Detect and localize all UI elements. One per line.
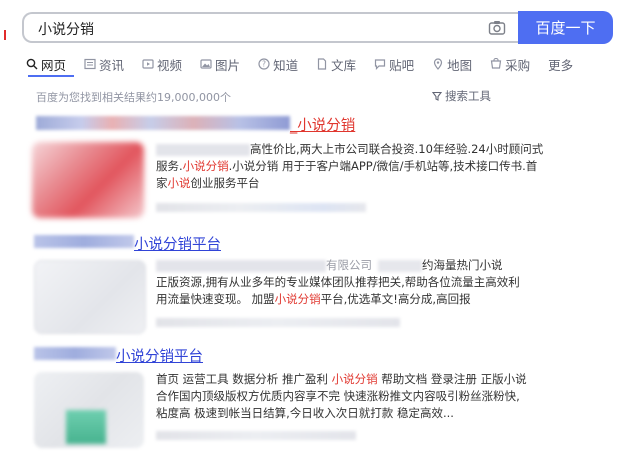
search-box[interactable] — [22, 12, 520, 43]
result-count: 百度为您找到相关结果约19,000,000个 — [36, 91, 231, 104]
snippet-line: 用流量快速变现。 加盟小说分销平台,优选革文!高分成,高回报 — [156, 292, 471, 306]
tab-label: 网页 — [41, 57, 67, 73]
snippet-line: 首页 运营工具 数据分析 推广盈利 小说分销 帮助文档 登录注册 正版小说 — [156, 372, 527, 386]
tieba-icon — [374, 59, 386, 70]
left-edge-marker — [4, 30, 6, 40]
tab-tieba[interactable]: 贴吧 — [374, 54, 414, 74]
search-icon — [26, 58, 38, 70]
svg-text:?: ? — [262, 60, 266, 69]
tab-image[interactable]: 图片 — [200, 54, 240, 74]
search-input[interactable] — [38, 19, 458, 39]
snippet-line: 约海量热门小说 — [422, 258, 503, 272]
tab-label: 贴吧 — [389, 57, 415, 73]
camera-icon[interactable] — [488, 19, 506, 37]
tab-wenku[interactable]: 文库 — [316, 54, 356, 74]
title-highlight: 小说分销 — [116, 349, 174, 365]
filter-icon — [432, 91, 442, 101]
result-2-title[interactable]: 小说分销平台 — [134, 233, 221, 254]
redacted-url — [156, 203, 366, 212]
news-icon — [84, 58, 96, 70]
snippet-line: 家小说创业服务平台 — [156, 176, 260, 190]
result-1-thumbnail[interactable] — [32, 142, 144, 218]
tab-label: 采购 — [505, 57, 531, 73]
document-icon — [317, 58, 327, 70]
tab-label: 视频 — [157, 57, 183, 73]
snippet-line: 有限公司 — [326, 258, 372, 272]
question-icon: ? — [258, 58, 270, 70]
redacted-title-block — [36, 116, 290, 130]
snippet-line: 正版资源,拥有从业多年的专业媒体团队推荐把关,帮助各位流量主高效利 — [156, 275, 520, 289]
tab-news[interactable]: 资讯 — [84, 54, 124, 74]
result-3-title[interactable]: 小说分销平台 — [116, 345, 203, 366]
tab-map[interactable]: 地图 — [432, 54, 472, 74]
tab-purchase[interactable]: 采购 — [490, 54, 530, 74]
title-highlight: _小说分销 — [290, 118, 356, 134]
search-button[interactable]: 百度一下 — [518, 11, 613, 44]
result-2-thumbnail[interactable] — [34, 260, 146, 334]
tab-web[interactable]: 网页 — [26, 54, 66, 74]
snippet-line: 高性价比,两大上市公司联合投资.10年经验.24小时顾问式 — [250, 142, 544, 156]
title-highlight: 小说分销 — [134, 237, 192, 253]
search-tools-button[interactable]: 搜索工具 — [432, 88, 491, 104]
snippet-line: 合作国内顶级版权方优质内容享不完 快速涨粉推文内容吸引粉丝涨粉快, — [156, 389, 520, 403]
tab-label: 图片 — [215, 57, 241, 73]
video-icon — [142, 59, 154, 69]
tab-more[interactable]: 更多 — [548, 54, 573, 74]
tab-label: 更多 — [548, 57, 574, 73]
redacted-title-block — [34, 347, 116, 360]
redacted-text — [156, 144, 250, 156]
redacted-text — [378, 260, 422, 272]
search-tools-label: 搜索工具 — [445, 89, 491, 103]
snippet-line: 粘度高 极速到帐当日结算,今日收入次日就打款 稳定高效... — [156, 406, 454, 420]
result-1-title[interactable]: _小说分销 — [290, 114, 355, 135]
active-tab-underline — [28, 75, 74, 77]
redacted-text — [156, 260, 326, 272]
tab-label: 地图 — [447, 57, 473, 73]
map-icon — [434, 58, 443, 70]
tab-label: 知道 — [273, 57, 299, 73]
result-3-thumbnail-accent — [66, 410, 106, 444]
tab-video[interactable]: 视频 — [142, 54, 182, 74]
search-tabs: 网页 资讯 视频 图片 ? 知道 文库 贴吧 地图 采购 更多 — [26, 54, 591, 74]
tab-zhidao[interactable]: ? 知道 — [258, 54, 298, 74]
tab-label: 文库 — [331, 57, 357, 73]
redacted-url — [156, 431, 356, 440]
redacted-url — [156, 318, 400, 327]
snippet-line: 服务.小说分销.小说分销 用于于客户端APP/微信/手机站等,技术接口传书.首 — [156, 159, 538, 173]
tab-label: 资讯 — [99, 57, 125, 73]
image-icon — [200, 59, 212, 69]
purchase-icon — [490, 58, 502, 69]
redacted-title-block — [34, 235, 134, 248]
